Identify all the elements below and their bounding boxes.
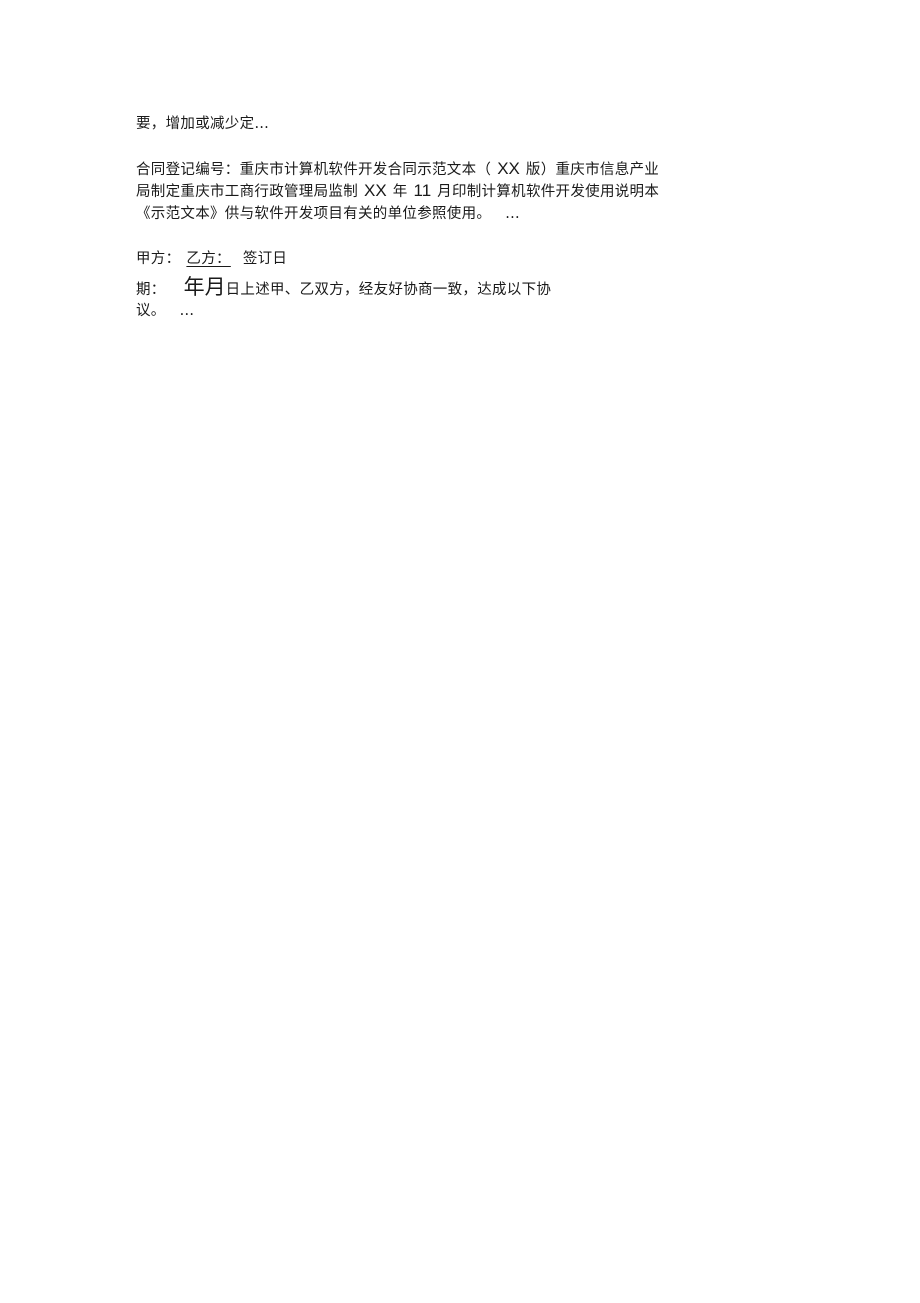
party-b-label: 乙方：	[186, 251, 231, 267]
document-page: 要，增加或减少定… 合同登记编号：重庆市计算机软件开发合同示范文本（ XX 版）重庆…	[0, 0, 920, 1303]
print-month-value: 11	[413, 181, 432, 200]
print-year-value: XX	[364, 181, 387, 200]
agreement-text: 日上述甲、乙双方，经友好协商一致，达成以下协	[225, 282, 552, 298]
paragraph-continuation: 要，增加或减少定…	[136, 114, 269, 134]
year-label: 年	[392, 184, 408, 200]
parties-line-1: 甲方： 乙方： 签订日	[136, 249, 287, 269]
issuer-text: 局制定重庆市工商行政管理局监制	[136, 184, 358, 200]
parties-line-2: 期： 年月日上述甲、乙双方，经友好协商一致，达成以下协	[136, 274, 551, 303]
paragraph-1-text: 要，增加或减少定…	[136, 116, 270, 132]
edition-value: XX	[497, 159, 520, 178]
agreement-text-end: 议。	[136, 303, 166, 319]
ellipsis: ...	[505, 206, 520, 222]
contract-registration-line-1: 合同登记编号：重庆市计算机软件开发合同示范文本（ XX 版）重庆市信息产业	[136, 159, 659, 180]
party-a-label: 甲方：	[136, 251, 181, 267]
sign-date-label: 签订日	[242, 251, 288, 267]
year-month-label: 年月	[183, 275, 226, 299]
parties-line-3: 议。...	[136, 301, 194, 321]
contract-registration-line-3: 《示范文本》供与软件开发项目有关的单位参照使用。...	[136, 204, 520, 224]
registration-text-post: 版）重庆市信息产业	[525, 162, 660, 178]
ellipsis: ...	[179, 303, 195, 319]
usage-note-text: 《示范文本》供与软件开发项目有关的单位参照使用。	[136, 206, 492, 222]
registration-text-pre: 合同登记编号：重庆市计算机软件开发合同示范文本（	[136, 162, 492, 178]
print-text-post: 月印制计算机软件开发使用说明本	[437, 184, 660, 200]
contract-registration-line-2: 局制定重庆市工商行政管理局监制 XX 年 11 月印制计算机软件开发使用说明本	[136, 181, 659, 202]
date-label-end: 期：	[136, 282, 166, 298]
